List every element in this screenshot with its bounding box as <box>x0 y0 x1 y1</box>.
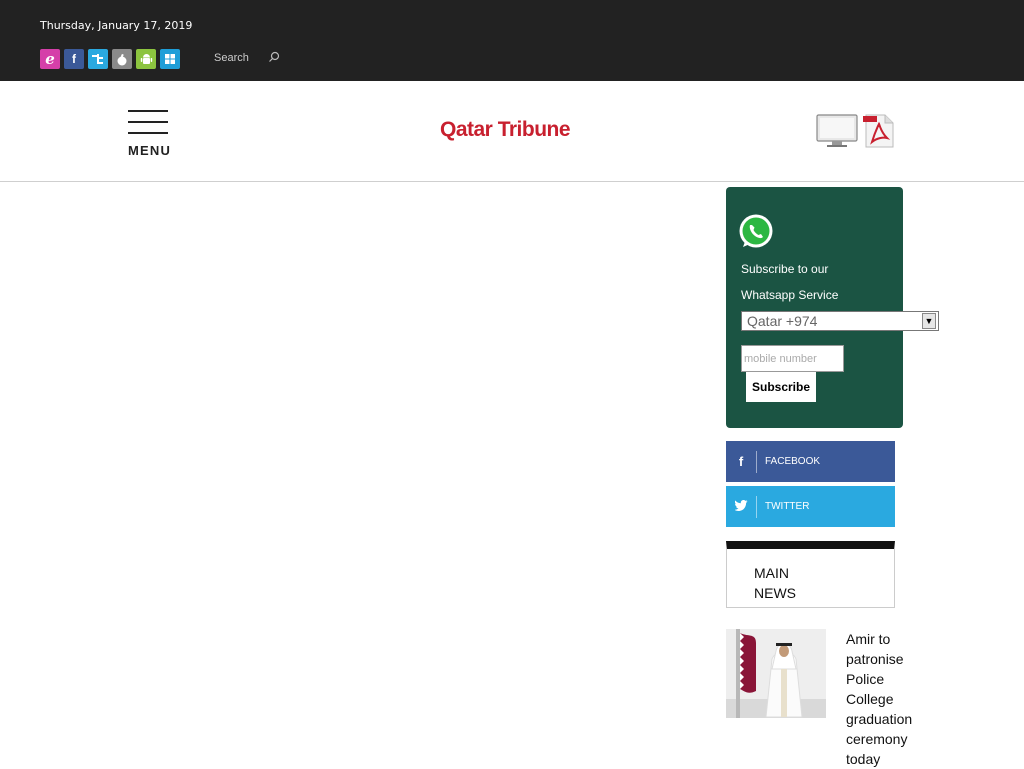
social-icons-row: e f <box>40 49 180 69</box>
current-date: Thursday, January 17, 2019 <box>40 19 193 32</box>
facebook-icon[interactable]: f <box>64 49 84 69</box>
main-news-title: MAIN NEWS <box>754 565 796 601</box>
main-news-header: MAIN NEWS <box>726 541 895 608</box>
android-icon[interactable] <box>136 49 156 69</box>
twitter-icon <box>726 499 756 514</box>
facebook-icon: f <box>738 454 744 469</box>
mobile-number-input[interactable] <box>741 345 844 372</box>
hamburger-menu-icon[interactable] <box>128 110 168 143</box>
whatsapp-text-line1: Subscribe to our <box>741 262 829 276</box>
top-bar: Thursday, January 17, 2019 e f Search <box>0 0 1024 81</box>
e-paper-icon[interactable]: e <box>40 49 60 69</box>
menu-label[interactable]: MENU <box>128 143 171 158</box>
country-code-value: Qatar +974 <box>747 313 818 329</box>
story-title[interactable]: Amir to patronise Police College graduat… <box>846 629 932 769</box>
country-code-select[interactable]: Qatar +974 ▼ <box>741 311 939 331</box>
twitter-button[interactable]: TWITTER <box>726 486 895 527</box>
whatsapp-subscribe-box: Subscribe to our Whatsapp Service Qatar … <box>726 187 939 428</box>
whatsapp-text-line2: Whatsapp Service <box>741 288 839 302</box>
facebook-label: FACEBOOK <box>765 456 821 467</box>
story-thumbnail[interactable] <box>726 629 826 718</box>
search-icon[interactable] <box>267 50 281 64</box>
search-label[interactable]: Search <box>214 52 249 64</box>
twitter-icon[interactable] <box>88 49 108 69</box>
monitor-icon[interactable] <box>816 114 858 148</box>
subscribe-button[interactable]: Subscribe <box>746 372 816 402</box>
windows-icon[interactable] <box>160 49 180 69</box>
apple-icon[interactable] <box>112 49 132 69</box>
site-header: MENU Qatar Tribune <box>0 81 1024 182</box>
site-logo[interactable]: Qatar Tribune <box>440 118 571 142</box>
pdf-icon[interactable] <box>863 114 895 148</box>
chevron-down-icon[interactable]: ▼ <box>922 313 936 329</box>
facebook-button[interactable]: f FACEBOOK <box>726 441 895 482</box>
whatsapp-icon <box>739 214 773 248</box>
twitter-label: TWITTER <box>765 501 810 512</box>
